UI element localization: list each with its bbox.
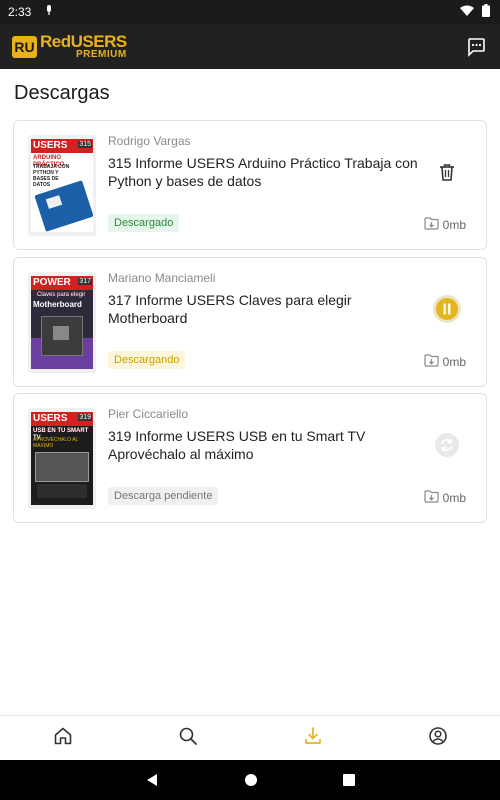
cover-subtitle: Motherboard <box>33 300 82 309</box>
search-icon <box>178 726 198 751</box>
cover-issue: 315 <box>78 141 92 148</box>
wifi-icon <box>460 5 474 19</box>
download-card[interactable]: USERS 319 USB EN TU SMART TV APROVÉCHALO… <box>13 393 487 523</box>
nav-search[interactable] <box>125 716 250 760</box>
battery-icon <box>482 4 490 20</box>
file-size-value: 0mb <box>442 491 466 505</box>
file-size-value: 0mb <box>442 355 466 369</box>
recents-icon[interactable] <box>343 774 355 786</box>
home-icon <box>53 726 73 751</box>
status-bar: 2:33 <box>0 0 500 24</box>
back-icon[interactable] <box>145 773 159 787</box>
file-size: 0mb <box>424 354 466 370</box>
item-title: 315 Informe USERS Arduino Práctico Traba… <box>108 155 418 189</box>
sync-icon[interactable] <box>432 430 462 460</box>
cover-subtitle: APROVÉCHALO AL MÁXIMO <box>33 437 79 449</box>
status-time: 2:33 <box>8 5 32 19</box>
trash-icon[interactable] <box>432 157 462 187</box>
download-card[interactable]: POWER 317 Claves para elegir Motherboard… <box>13 257 487 387</box>
item-author: Mariano Manciameli <box>108 271 216 285</box>
cover-brand: USERS <box>33 413 68 424</box>
folder-download-icon <box>424 490 439 506</box>
profile-icon <box>428 726 448 751</box>
item-author: Pier Ciccariello <box>108 407 189 421</box>
magazine-cover: POWER 317 Claves para elegir Motherboard <box>28 272 96 373</box>
system-navigation-bar <box>0 760 500 800</box>
magazine-cover: USERS 315 ARDUINO PRÁCTICO TRABAJA CON P… <box>28 135 96 236</box>
redusers-premium-logo: RU RedUSERS PREMIUM <box>12 33 127 60</box>
magazine-cover: USERS 319 USB EN TU SMART TV APROVÉCHALO… <box>28 408 96 509</box>
cover-headline: Claves para elegir <box>37 292 86 298</box>
download-card[interactable]: USERS 315 ARDUINO PRÁCTICO TRABAJA CON P… <box>13 120 487 250</box>
pause-icon[interactable] <box>432 294 462 324</box>
mic-icon <box>45 5 53 19</box>
logo-badge: RU <box>12 35 37 58</box>
logo-subtext: PREMIUM <box>75 49 127 60</box>
status-badge: Descargando <box>108 351 186 369</box>
folder-download-icon <box>424 354 439 370</box>
nav-home[interactable] <box>0 716 125 760</box>
app-bar: RU RedUSERS PREMIUM <box>0 24 500 69</box>
nav-profile[interactable] <box>375 716 500 760</box>
item-author: Rodrigo Vargas <box>108 134 191 148</box>
item-title: 317 Informe USERS Claves para elegir Mot… <box>108 292 352 326</box>
cover-issue: 319 <box>78 414 92 421</box>
logo-text: RedUSERS <box>40 32 127 51</box>
download-icon <box>303 726 323 751</box>
page-title: Descargas <box>14 82 110 104</box>
bottom-navigation <box>0 715 500 760</box>
nav-downloads[interactable] <box>250 716 375 760</box>
status-badge: Descarga pendiente <box>108 487 219 505</box>
file-size-value: 0mb <box>442 218 466 232</box>
folder-download-icon <box>424 217 439 233</box>
cover-brand: USERS <box>33 140 68 151</box>
cover-brand: POWER <box>33 277 71 288</box>
cover-issue: 317 <box>78 278 92 285</box>
status-badge: Descargado <box>108 214 180 232</box>
chat-bubble-icon[interactable] <box>464 35 488 59</box>
file-size: 0mb <box>424 490 466 506</box>
file-size: 0mb <box>424 217 466 233</box>
item-title: 319 Informe USERS USB en tu Smart TV Apr… <box>108 428 366 462</box>
home-button-icon[interactable] <box>244 773 258 787</box>
